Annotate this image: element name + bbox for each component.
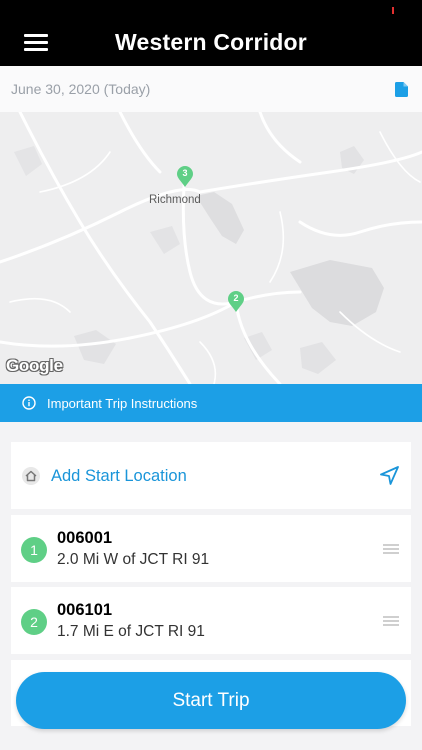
map-city-label: Richmond [149, 194, 201, 206]
map-marker-3[interactable]: 3 [177, 166, 193, 188]
stop-number-badge: 2 [21, 609, 47, 635]
navigation-arrow-icon[interactable] [380, 466, 399, 485]
drag-handle-icon[interactable] [383, 616, 399, 626]
stop-item[interactable]: 2 006101 1.7 Mi E of JCT RI 91 [11, 587, 411, 654]
date-bar: June 30, 2020 (Today) [0, 66, 422, 112]
stop-number-badge: 1 [21, 537, 47, 563]
add-start-location-label: Add Start Location [51, 467, 187, 485]
add-start-location-row[interactable]: Add Start Location [11, 442, 411, 509]
marker-number: 2 [233, 293, 239, 303]
app-header: Western Corridor [0, 0, 422, 66]
map-marker-2[interactable]: 2 [228, 291, 244, 313]
stop-description: 2.0 Mi W of JCT RI 91 [57, 551, 210, 568]
trip-instructions-banner[interactable]: Important Trip Instructions [0, 384, 422, 422]
trip-instructions-label: Important Trip Instructions [47, 396, 198, 411]
page-title: Western Corridor [115, 29, 307, 55]
status-indicator [392, 7, 394, 14]
stop-code: 006101 [57, 601, 113, 619]
stop-item[interactable]: 1 006001 2.0 Mi W of JCT RI 91 [11, 515, 411, 582]
marker-number: 3 [182, 168, 188, 178]
document-icon[interactable] [395, 82, 408, 97]
stop-code: 006001 [57, 529, 113, 547]
stop-description: 1.7 Mi E of JCT RI 91 [57, 623, 205, 640]
trip-map[interactable]: 3 2 [0, 112, 422, 384]
map-tiles [0, 112, 422, 384]
drag-handle-icon[interactable] [383, 544, 399, 554]
start-trip-button[interactable]: Start Trip [16, 672, 406, 729]
trip-date: June 30, 2020 (Today) [11, 81, 151, 97]
google-attribution: Google [6, 356, 63, 375]
info-circle-icon [22, 396, 36, 410]
home-icon [22, 467, 40, 485]
